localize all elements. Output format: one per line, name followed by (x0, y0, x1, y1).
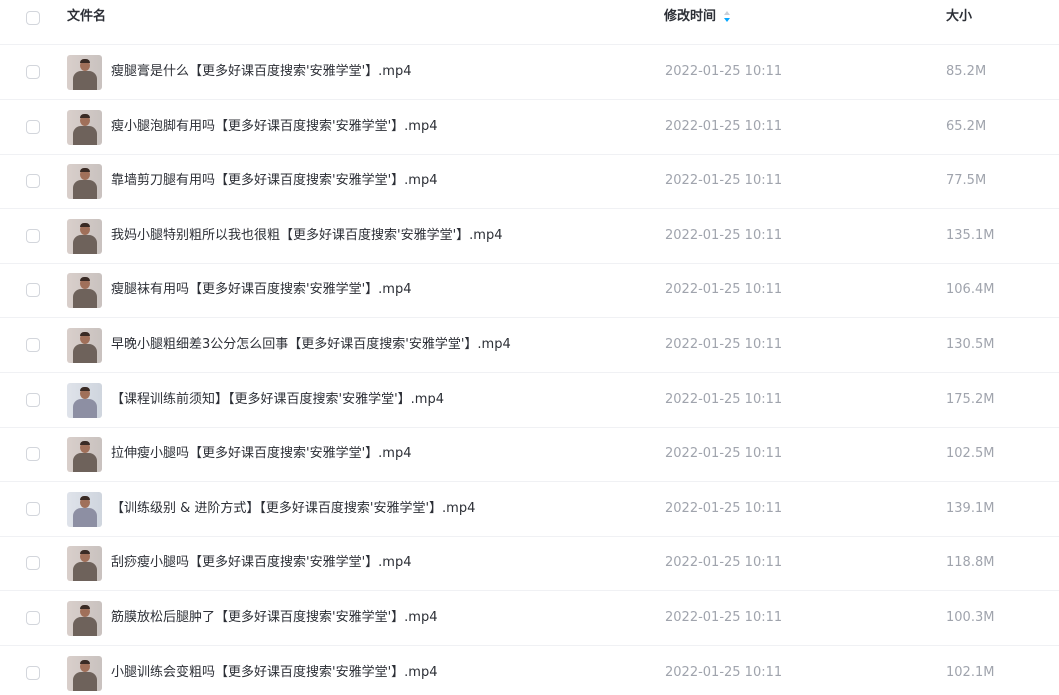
video-thumbnail[interactable] (67, 546, 102, 582)
select-all-checkbox[interactable] (26, 11, 40, 25)
file-name-link[interactable]: 小腿训练会变粗吗【更多好课百度搜索'安雅学堂'】.mp4 (111, 664, 437, 682)
modified-time: 2022-01-25 10:11 (665, 446, 783, 462)
video-thumbnail[interactable] (67, 218, 102, 254)
row-checkbox[interactable] (26, 392, 40, 407)
row-checkbox[interactable] (26, 283, 40, 298)
sort-icon[interactable] (723, 10, 731, 23)
video-thumbnail[interactable] (67, 328, 102, 363)
table-row[interactable]: 我妈小腿特别粗所以我也很粗【更多好课百度搜索'安雅学堂'】.mp4 2022-01… (0, 209, 1059, 264)
video-thumbnail[interactable] (67, 164, 102, 200)
video-thumbnail[interactable] (67, 491, 102, 527)
row-checkbox[interactable] (26, 556, 40, 571)
table-row[interactable]: 靠墙剪刀腿有用吗【更多好课百度搜索'安雅学堂'】.mp4 2022-01-25 1… (0, 154, 1059, 210)
file-name-link[interactable]: 刮痧瘦小腿吗【更多好课百度搜索'安雅学堂'】.mp4 (111, 554, 411, 572)
file-name-link[interactable]: 瘦腿膏是什么【更多好课百度搜索'安雅学堂'】.mp4 (111, 63, 411, 81)
table-row[interactable]: 瘦小腿泡脚有用吗【更多好课百度搜索'安雅学堂'】.mp4 2022-01-25 1… (0, 100, 1059, 155)
row-checkbox[interactable] (26, 447, 40, 462)
column-header-size[interactable]: 大小 (946, 9, 972, 25)
file-size: 85.2M (946, 64, 987, 79)
video-thumbnail[interactable] (67, 55, 102, 90)
file-size: 135.1M (946, 227, 995, 243)
video-thumbnail[interactable] (67, 437, 102, 473)
table-row[interactable]: 早晚小腿粗细差3公分怎么回事【更多好课百度搜索'安雅学堂'】.mp4 2022-0… (0, 318, 1059, 373)
modified-time: 2022-01-25 10:11 (665, 64, 783, 79)
file-name-link[interactable]: 我妈小腿特别粗所以我也很粗【更多好课百度搜索'安雅学堂'】.mp4 (111, 227, 502, 245)
file-name-link[interactable]: 瘦腿袜有用吗【更多好课百度搜索'安雅学堂'】.mp4 (111, 281, 411, 299)
modified-time: 2022-01-25 10:11 (665, 173, 783, 189)
table-row[interactable]: 【课程训练前须知】【更多好课百度搜索'安雅学堂'】.mp4 2022-01-25 … (0, 373, 1059, 428)
modified-time: 2022-01-25 10:11 (665, 227, 783, 243)
table-row[interactable]: 瘦腿袜有用吗【更多好课百度搜索'安雅学堂'】.mp4 2022-01-25 10:… (0, 263, 1059, 319)
modified-time: 2022-01-25 10:11 (665, 118, 783, 134)
video-thumbnail[interactable] (67, 382, 102, 418)
file-size: 100.3M (946, 610, 995, 625)
modified-time: 2022-01-25 10:11 (665, 610, 783, 625)
file-size: 102.1M (946, 664, 995, 680)
table-row[interactable]: 小腿训练会变粗吗【更多好课百度搜索'安雅学堂'】.mp4 2022-01-25 1… (0, 646, 1059, 695)
row-checkbox[interactable] (26, 501, 40, 516)
table-header: 文件名 修改时间 大小 (0, 0, 1059, 45)
file-size: 118.8M (946, 555, 995, 571)
video-thumbnail[interactable] (67, 601, 102, 636)
file-size: 77.5M (946, 173, 987, 189)
file-name-link[interactable]: 拉伸瘦小腿吗【更多好课百度搜索'安雅学堂'】.mp4 (111, 445, 411, 463)
modified-time: 2022-01-25 10:11 (665, 337, 783, 352)
row-checkbox[interactable] (26, 119, 40, 134)
modified-time: 2022-01-25 10:11 (665, 555, 783, 571)
file-size: 139.1M (946, 500, 995, 516)
row-checkbox[interactable] (26, 665, 40, 680)
file-name-link[interactable]: 【训练级别 & 进阶方式】【更多好课百度搜索'安雅学堂'】.mp4 (111, 500, 475, 518)
column-header-name: 文件名 (67, 9, 107, 24)
video-thumbnail[interactable] (67, 273, 102, 309)
file-size: 65.2M (946, 118, 987, 134)
modified-time: 2022-01-25 10:11 (665, 282, 783, 298)
table-row[interactable]: 拉伸瘦小腿吗【更多好课百度搜索'安雅学堂'】.mp4 2022-01-25 10:… (0, 427, 1059, 483)
video-thumbnail[interactable] (67, 109, 102, 145)
row-checkbox[interactable] (26, 65, 40, 79)
row-checkbox[interactable] (26, 174, 40, 189)
modified-time: 2022-01-25 10:11 (665, 500, 783, 516)
file-name-link[interactable]: 靠墙剪刀腿有用吗【更多好课百度搜索'安雅学堂'】.mp4 (111, 172, 437, 190)
video-thumbnail[interactable] (67, 655, 102, 691)
row-checkbox[interactable] (26, 611, 40, 625)
file-size: 102.5M (946, 446, 995, 462)
file-size: 106.4M (946, 282, 995, 298)
file-name-link[interactable]: 瘦小腿泡脚有用吗【更多好课百度搜索'安雅学堂'】.mp4 (111, 118, 437, 136)
column-header-time[interactable]: 修改时间 (664, 9, 716, 25)
row-checkbox[interactable] (26, 228, 40, 243)
file-name-link[interactable]: 【课程训练前须知】【更多好课百度搜索'安雅学堂'】.mp4 (111, 391, 444, 409)
file-name-link[interactable]: 筋膜放松后腿肿了【更多好课百度搜索'安雅学堂'】.mp4 (111, 609, 437, 627)
row-checkbox[interactable] (26, 338, 40, 352)
modified-time: 2022-01-25 10:11 (665, 664, 783, 680)
file-list-table: 文件名 修改时间 大小 瘦腿膏是什么【更多好课百度搜索'安雅学堂'】.mp4 20… (0, 0, 1059, 695)
table-row[interactable]: 筋膜放松后腿肿了【更多好课百度搜索'安雅学堂'】.mp4 2022-01-25 1… (0, 591, 1059, 646)
file-size: 130.5M (946, 337, 995, 352)
file-name-link[interactable]: 早晚小腿粗细差3公分怎么回事【更多好课百度搜索'安雅学堂'】.mp4 (111, 336, 511, 354)
table-row[interactable]: 瘦腿膏是什么【更多好课百度搜索'安雅学堂'】.mp4 2022-01-25 10:… (0, 45, 1059, 100)
table-row[interactable]: 刮痧瘦小腿吗【更多好课百度搜索'安雅学堂'】.mp4 2022-01-25 10:… (0, 536, 1059, 592)
modified-time: 2022-01-25 10:11 (665, 391, 783, 407)
file-size: 175.2M (946, 391, 995, 407)
table-row[interactable]: 【训练级别 & 进阶方式】【更多好课百度搜索'安雅学堂'】.mp4 2022-01… (0, 482, 1059, 537)
